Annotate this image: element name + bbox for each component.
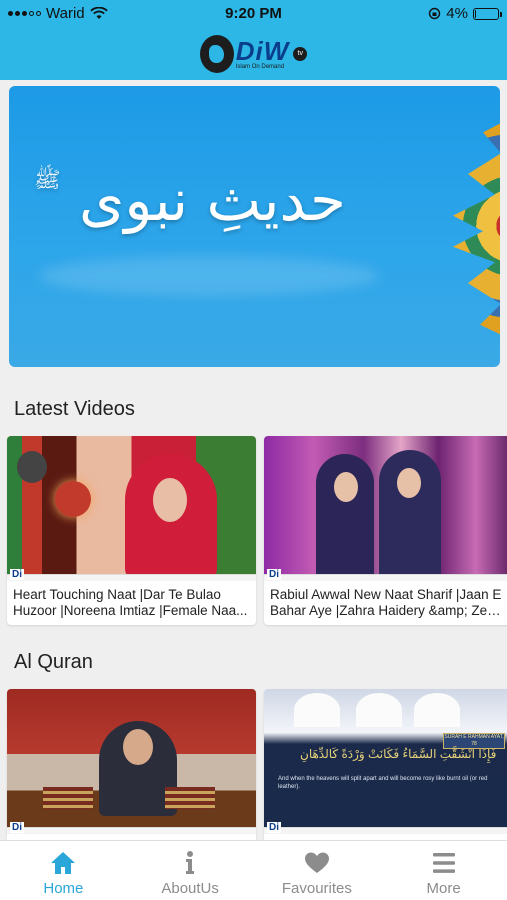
tab-home[interactable]: Home: [0, 841, 127, 900]
status-time: 9:20 PM: [225, 5, 282, 22]
battery-percent: 4%: [446, 5, 468, 22]
logo-wordmark: DiW: [235, 35, 290, 66]
video-thumbnail[interactable]: Di: [7, 436, 256, 581]
main-content[interactable]: حدیثِ نبوی ﷺ Latest Videos Di Heart Touc…: [0, 80, 507, 840]
quran-verse-arabic: فَإِذَا انْشَقَّتِ السَّمَاءُ فَكَانَتْ …: [300, 747, 497, 761]
orientation-lock-icon: [429, 7, 441, 20]
video-card[interactable]: Di Heart Touching Naat |Dar Te Bulao Huz…: [7, 436, 256, 625]
logo-tv-badge: tv: [293, 46, 308, 61]
video-thumbnail[interactable]: Di: [7, 689, 256, 834]
tab-label: More: [426, 880, 461, 897]
channel-watermark: Di: [10, 822, 24, 833]
status-left: Warid: [8, 5, 158, 22]
tab-more[interactable]: More: [380, 841, 507, 900]
hero-banner[interactable]: حدیثِ نبوی ﷺ: [9, 86, 500, 367]
logo-globe-icon: [199, 34, 234, 73]
app-logo[interactable]: DiW Islam On Demand tv: [199, 34, 308, 73]
bottom-tab-bar: Home AboutUs Favourites More: [0, 840, 507, 900]
section-title-latest-videos: Latest Videos: [14, 398, 135, 420]
signal-icon: [8, 11, 41, 16]
tab-favourites[interactable]: Favourites: [254, 841, 381, 900]
tab-label: Favourites: [281, 880, 352, 897]
channel-watermark: Di: [10, 569, 24, 580]
tab-label: AboutUs: [161, 880, 219, 897]
video-card[interactable]: SURAH E RAHMAN AYAT, 78 فَإِذَا انْشَقَّ…: [264, 689, 507, 840]
menu-icon: [432, 853, 455, 873]
banner-honorific: ﷺ: [34, 168, 61, 193]
video-thumbnail[interactable]: Di: [264, 436, 507, 581]
video-card[interactable]: Di: [7, 689, 256, 840]
video-thumbnail[interactable]: SURAH E RAHMAN AYAT, 78 فَإِذَا انْشَقَّ…: [264, 689, 507, 834]
heart-icon: [304, 852, 329, 873]
tab-label: Home: [43, 880, 84, 897]
video-title[interactable]: Rabiul Awwal New Naat Sharif |Jaan E Bah…: [264, 581, 507, 625]
info-icon: [186, 851, 195, 874]
video-card[interactable]: Di Rabiul Awwal New Naat Sharif |Jaan E …: [264, 436, 507, 625]
quran-verse-translation: And when the heavens will split apart an…: [278, 776, 488, 790]
status-right: 4%: [349, 5, 502, 22]
channel-watermark: Di: [267, 822, 281, 833]
video-title[interactable]: Heart Touching Naat |Dar Te Bulao Huzoor…: [7, 581, 256, 625]
battery-icon: [472, 7, 502, 20]
carrier-label: Warid: [46, 5, 85, 22]
banner-title: حدیثِ نبوی ﷺ: [34, 166, 346, 234]
app-header: DiW Islam On Demand tv: [0, 27, 507, 80]
status-bar: Warid 9:20 PM 4%: [0, 0, 507, 27]
logo-tagline: Islam On Demand: [235, 63, 285, 70]
tab-aboutus[interactable]: AboutUs: [127, 841, 254, 900]
home-icon: [51, 852, 76, 874]
section-title-al-quran: Al Quran: [14, 651, 93, 673]
channel-watermark: Di: [267, 569, 281, 580]
mandala-ornament: [453, 96, 500, 356]
wifi-icon: [89, 7, 108, 19]
